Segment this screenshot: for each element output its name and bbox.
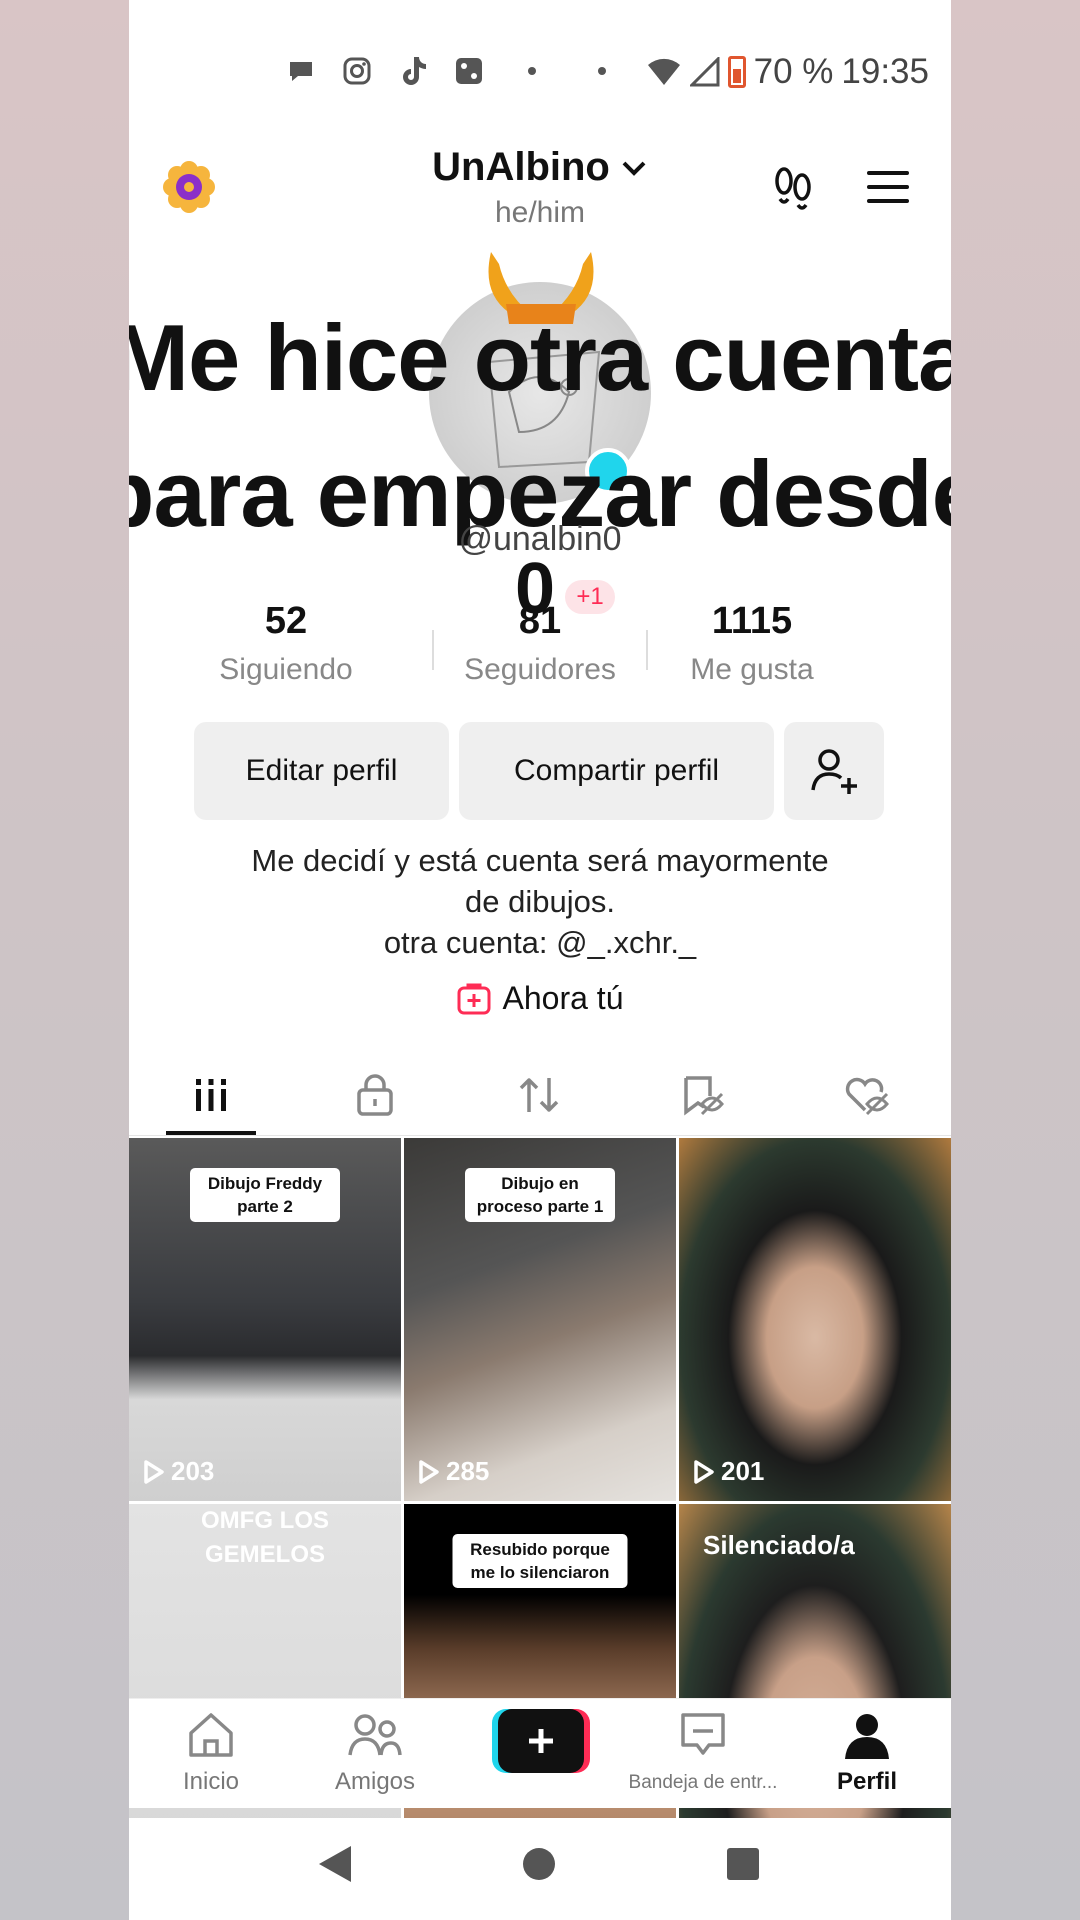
home-icon bbox=[189, 1713, 233, 1757]
clock: 19:35 bbox=[841, 52, 929, 91]
video-thumbnail[interactable]: Dibujo en proceso parte 1 285 bbox=[404, 1138, 676, 1501]
view-count-value: 203 bbox=[171, 1456, 215, 1486]
tab-liked[interactable] bbox=[785, 1055, 949, 1135]
overlay-line-1: Me hice otra cuenta bbox=[129, 305, 951, 410]
add-user-icon bbox=[811, 749, 857, 794]
tab-videos[interactable] bbox=[129, 1055, 293, 1135]
video-thumbnail[interactable]: OMFG LOS GEMELOS bbox=[129, 1504, 401, 1867]
hamburger-menu-icon[interactable] bbox=[865, 167, 911, 207]
saved-hidden-icon bbox=[684, 1076, 724, 1116]
video-thumbnail[interactable]: Resubido porque me lo silenciaron bbox=[404, 1504, 676, 1867]
create-button[interactable] bbox=[492, 1709, 590, 1773]
stat-following[interactable]: 52 Siguiendo bbox=[180, 600, 392, 687]
video-thumbnail[interactable]: Silenciado/a bbox=[679, 1504, 951, 1867]
system-navigation-bar bbox=[129, 1818, 951, 1920]
chat-bubble-icon bbox=[284, 54, 318, 88]
bio-line[interactable]: otra cuenta: @_.xchr._ bbox=[129, 922, 951, 963]
status-bar: 70 % 19:35 bbox=[129, 48, 951, 98]
videos-grid-icon bbox=[196, 1079, 226, 1111]
username: UnAlbino bbox=[432, 145, 610, 189]
back-icon[interactable] bbox=[315, 1842, 355, 1886]
notification-dot-icon bbox=[598, 67, 606, 75]
now-you-label: Ahora tú bbox=[502, 980, 624, 1016]
battery-percent: 70 % bbox=[753, 52, 834, 91]
nav-label: Inicio bbox=[182, 1768, 240, 1795]
nav-inbox[interactable]: Bandeja de entr... bbox=[621, 1711, 785, 1794]
notification-dot-icon bbox=[528, 67, 536, 75]
edit-profile-button[interactable]: Editar perfil bbox=[194, 722, 449, 820]
stat-followers[interactable]: 81 Seguidores bbox=[434, 600, 646, 687]
pronouns: he/him bbox=[494, 196, 586, 229]
home-circle-icon[interactable] bbox=[521, 1846, 557, 1882]
stat-likes[interactable]: 1115 Me gusta bbox=[646, 600, 858, 687]
view-count: 285 bbox=[418, 1456, 489, 1487]
video-caption: OMFG LOS GEMELOS bbox=[201, 1507, 329, 1568]
nav-label: Amigos bbox=[334, 1768, 416, 1795]
tab-private[interactable] bbox=[293, 1055, 457, 1135]
stat-label: Siguiendo bbox=[219, 653, 353, 686]
view-count: 201 bbox=[693, 1456, 764, 1487]
divider bbox=[129, 1135, 951, 1136]
friends-icon bbox=[348, 1714, 402, 1756]
username-switcher[interactable]: UnAlbino bbox=[432, 145, 648, 190]
stat-label: Me gusta bbox=[690, 653, 814, 686]
video-caption: Silenciado/a bbox=[703, 1530, 855, 1560]
tab-saved[interactable] bbox=[621, 1055, 785, 1135]
profile-stats: 52 Siguiendo 81 Seguidores 1115 Me gusta bbox=[129, 600, 951, 700]
nav-label: Perfil bbox=[836, 1768, 898, 1795]
battery-icon bbox=[727, 56, 746, 88]
lock-icon bbox=[357, 1074, 393, 1116]
bio-line: de dibujos. bbox=[465, 884, 615, 919]
video-caption: Dibujo en proceso parte 1 bbox=[465, 1168, 615, 1222]
nav-home[interactable]: Inicio bbox=[129, 1711, 293, 1796]
instagram-icon bbox=[340, 54, 374, 88]
profile-icon bbox=[845, 1714, 889, 1759]
play-icon bbox=[694, 1459, 714, 1484]
repost-icon bbox=[519, 1078, 559, 1112]
view-count-value: 201 bbox=[721, 1456, 765, 1486]
nav-profile[interactable]: Perfil bbox=[785, 1711, 949, 1796]
tiktok-icon bbox=[396, 54, 430, 88]
nav-label: Bandeja de entr... bbox=[628, 1772, 778, 1793]
footprints-icon[interactable] bbox=[769, 163, 817, 211]
recents-icon[interactable] bbox=[725, 1846, 761, 1882]
add-post-icon bbox=[457, 983, 491, 1014]
video-thumbnail[interactable]: Dibujo Freddy parte 2 203 bbox=[129, 1138, 401, 1501]
profile-header: UnAlbino he/him bbox=[129, 145, 951, 235]
video-caption: Resubido porque me lo silenciaron bbox=[452, 1534, 628, 1588]
stat-value: 81 bbox=[518, 600, 562, 642]
profile-bio: Me decidí y está cuenta será mayormente … bbox=[129, 840, 951, 963]
view-count: 203 bbox=[143, 1456, 214, 1487]
tab-reposts[interactable] bbox=[457, 1055, 621, 1135]
stat-value: 1115 bbox=[711, 600, 793, 642]
play-icon bbox=[144, 1459, 164, 1484]
stat-value: 52 bbox=[264, 600, 308, 642]
now-you-button[interactable]: Ahora tú bbox=[129, 980, 951, 1017]
video-grid: Dibujo Freddy parte 2 203 Dibujo en proc… bbox=[129, 1138, 951, 1867]
video-caption: Dibujo Freddy parte 2 bbox=[190, 1168, 340, 1222]
stat-label: Seguidores bbox=[464, 653, 616, 686]
bottom-nav: Inicio Amigos Bandeja de entr... Perfil bbox=[129, 1698, 951, 1808]
nav-friends[interactable]: Amigos bbox=[293, 1711, 457, 1796]
bio-line: Me decidí y está cuenta será mayormente bbox=[251, 843, 829, 878]
add-friend-button[interactable] bbox=[784, 722, 884, 820]
chevron-down-icon bbox=[622, 161, 646, 176]
phone-screen: 70 % 19:35 UnAlbino he/him Me hice otra … bbox=[129, 0, 951, 1920]
inbox-icon bbox=[681, 1713, 725, 1755]
play-icon bbox=[419, 1459, 439, 1484]
photo-icon bbox=[452, 54, 486, 88]
view-count-value: 285 bbox=[446, 1456, 490, 1486]
profile-tabs bbox=[129, 1055, 951, 1136]
video-thumbnail[interactable]: 201 bbox=[679, 1138, 951, 1501]
signal-icon bbox=[689, 57, 720, 87]
wifi-icon bbox=[647, 58, 680, 85]
liked-hidden-icon bbox=[845, 1077, 889, 1116]
share-profile-button[interactable]: Compartir perfil bbox=[459, 722, 774, 820]
